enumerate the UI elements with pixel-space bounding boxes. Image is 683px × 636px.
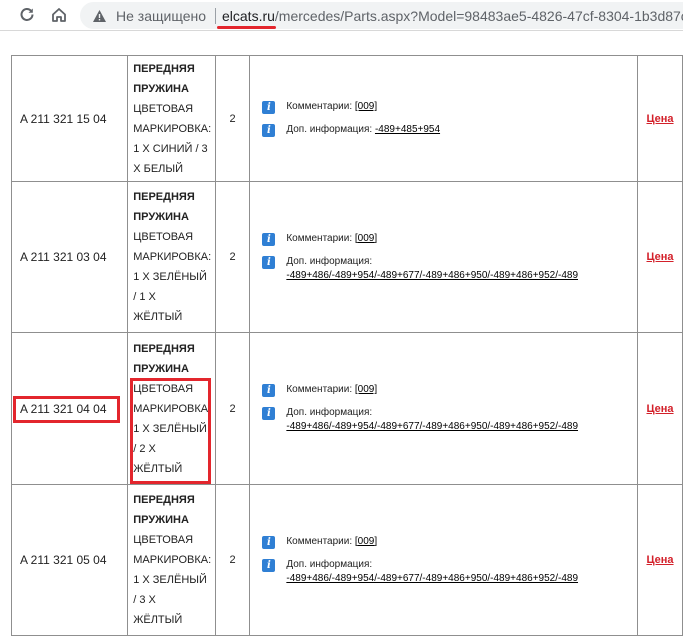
info-icon[interactable]: i xyxy=(262,255,276,269)
part-name: ПРУЖИНА xyxy=(133,362,189,375)
extra-info-label: Доп. информация: xyxy=(286,558,373,570)
extra-info-label: Доп. информация: xyxy=(286,124,373,135)
desc-line: / 3 Х xyxy=(133,594,156,606)
part-name: ПЕРЕДНЯЯ xyxy=(133,63,195,75)
browser-toolbar: Не защищено elcats.ru/mercedes/Parts.asp… xyxy=(0,0,683,31)
desc-line: ЦВЕТОВАЯ xyxy=(133,231,194,243)
extra-info-line: i Доп. информация: -489+486/-489+954/-489… xyxy=(262,558,637,586)
extra-info-link[interactable]: -489+486/-489+954/-489+677/-489+486+950/… xyxy=(286,421,578,432)
desc-line: 1 Х ЗЕЛЁНЫЙ xyxy=(133,271,207,283)
comments-line: i Комментарии: [009] xyxy=(262,535,637,549)
part-name: ПЕРЕДНЯЯ xyxy=(133,494,195,506)
extra-info-line: i Доп. информация: -489+485+954 xyxy=(262,123,637,137)
divider xyxy=(215,8,216,24)
extra-info-link[interactable]: -489+486/-489+954/-489+677/-489+486+950/… xyxy=(286,270,578,281)
desc-line: МАРКИРОВКА: xyxy=(133,402,212,415)
comments-link[interactable]: [009] xyxy=(355,536,377,547)
extra-info-line: i Доп. информация: -489+486/-489+954/-489… xyxy=(262,406,637,434)
info-icon[interactable]: i xyxy=(262,558,276,572)
comments-line: i Комментарии: [009] xyxy=(262,232,637,246)
desc-line: / 2 Х xyxy=(133,442,156,455)
quantity: 2 xyxy=(214,55,251,182)
price-cell: Цена xyxy=(637,55,683,182)
reload-icon[interactable] xyxy=(15,3,39,27)
url-highlight-underline xyxy=(217,26,276,29)
part-name: ПЕРЕДНЯЯ xyxy=(133,342,195,355)
home-icon[interactable] xyxy=(47,3,71,27)
comments-label: Комментарии: xyxy=(286,101,353,112)
part-description: ПЕРЕДНЯЯ ПРУЖИНА ЦВЕТОВАЯ МАРКИРОВКА: 1 … xyxy=(127,484,216,636)
security-status[interactable]: Не защищено xyxy=(116,8,206,24)
extra-info-link[interactable]: -489+486/-489+954/-489+677/-489+486+950/… xyxy=(286,573,578,584)
warning-icon[interactable] xyxy=(92,9,107,28)
quantity: 2 xyxy=(214,181,251,333)
info-icon[interactable]: i xyxy=(262,407,276,420)
part-name: ПЕРЕДНЯЯ xyxy=(133,191,195,203)
info-icon[interactable]: i xyxy=(262,535,276,549)
part-name: ПРУЖИНА xyxy=(133,83,189,95)
desc-line: ЦВЕТОВАЯ xyxy=(133,103,194,115)
desc-line: 1 Х ЗЕЛЁНЫЙ xyxy=(133,574,207,586)
part-number: A 211 321 15 04 xyxy=(10,55,129,182)
desc-line: МАРКИРОВКА: xyxy=(133,123,212,135)
desc-line: 1 Х ЗЕЛЁНЫЙ xyxy=(133,422,207,435)
price-cell: Цена xyxy=(637,181,683,333)
info-icon[interactable]: i xyxy=(262,384,276,397)
extra-info-line: i Доп. информация: -489+486/-489+954/-489… xyxy=(262,255,637,283)
info-cell: i Комментарии: [009] i Доп. информация: -… xyxy=(249,332,639,485)
info-cell: i Комментарии: [009] i Доп. информация: -… xyxy=(249,181,639,333)
extra-info-link[interactable]: -489+485+954 xyxy=(375,124,440,135)
table-row: A 211 321 04 04 ПЕРЕДНЯЯ ПРУЖИНА ЦВЕТОВА… xyxy=(10,332,683,485)
extra-info-label: Доп. информация: xyxy=(286,255,373,267)
url-path: /mercedes/Parts.aspx?Model=98483ae5-4826… xyxy=(274,8,683,24)
comments-label: Комментарии: xyxy=(286,535,353,547)
comments-label: Комментарии: xyxy=(286,232,353,244)
price-cell: Цена xyxy=(637,484,683,636)
comments-link[interactable]: [009] xyxy=(355,233,377,244)
desc-line: МАРКИРОВКА: xyxy=(133,251,212,263)
part-description: ПЕРЕДНЯЯ ПРУЖИНА ЦВЕТОВАЯ МАРКИРОВКА: 1 … xyxy=(127,55,216,182)
info-cell: i Комментарии: [009] i Доп. информация: … xyxy=(249,55,639,182)
desc-line: 1 Х СИНИЙ / 3 xyxy=(133,143,208,155)
comments-line: i Комментарии: [009] xyxy=(262,383,637,397)
info-icon[interactable]: i xyxy=(262,101,276,114)
price-cell: Цена xyxy=(637,332,683,485)
info-icon[interactable]: i xyxy=(262,232,276,246)
comments-label: Комментарии: xyxy=(286,384,353,395)
quantity: 2 xyxy=(214,332,251,485)
part-description: ПЕРЕДНЯЯ ПРУЖИНА ЦВЕТОВАЯ МАРКИРОВКА: 1 … xyxy=(127,181,216,333)
table-row: A 211 321 15 04 ПЕРЕДНЯЯ ПРУЖИНА ЦВЕТОВА… xyxy=(10,55,683,182)
price-link[interactable]: Цена xyxy=(646,403,673,415)
part-number: A 211 321 05 04 xyxy=(10,484,129,636)
desc-line: ЦВЕТОВАЯ xyxy=(133,534,194,546)
desc-line: Х БЕЛЫЙ xyxy=(133,163,184,175)
table-row: A 211 321 03 04 ПЕРЕДНЯЯ ПРУЖИНА ЦВЕТОВА… xyxy=(10,181,683,333)
part-number: A 211 321 03 04 xyxy=(10,181,129,333)
desc-line: ЖЁЛТЫЙ xyxy=(133,462,183,475)
desc-line: / 1 Х xyxy=(133,291,156,303)
desc-line: МАРКИРОВКА: xyxy=(133,554,212,566)
info-icon[interactable]: i xyxy=(262,124,276,137)
info-cell: i Комментарии: [009] i Доп. информация: -… xyxy=(249,484,639,636)
part-number: A 211 321 04 04 xyxy=(10,332,129,485)
desc-line: ЦВЕТОВАЯ xyxy=(133,382,194,395)
desc-line: ЖЁЛТЫЙ xyxy=(133,614,183,626)
url-host: elcats.ru xyxy=(222,8,275,24)
part-name: ПРУЖИНА xyxy=(133,211,189,223)
price-link[interactable]: Цена xyxy=(646,251,673,263)
quantity: 2 xyxy=(214,484,251,636)
table-row: A 211 321 05 04 ПЕРЕДНЯЯ ПРУЖИНА ЦВЕТОВА… xyxy=(10,484,683,636)
price-link[interactable]: Цена xyxy=(646,554,673,566)
parts-table: A 211 321 15 04 ПЕРЕДНЯЯ ПРУЖИНА ЦВЕТОВА… xyxy=(10,55,683,636)
desc-line: ЖЁЛТЫЙ xyxy=(133,311,183,323)
address-bar[interactable]: Не защищено elcats.ru/mercedes/Parts.asp… xyxy=(80,2,683,29)
comments-link[interactable]: [009] xyxy=(355,101,377,112)
price-link[interactable]: Цена xyxy=(646,113,673,125)
url-text[interactable]: elcats.ru/mercedes/Parts.aspx?Model=9848… xyxy=(222,8,683,24)
part-name: ПРУЖИНА xyxy=(133,514,189,526)
comments-link[interactable]: [009] xyxy=(355,384,377,395)
comments-line: i Комментарии: [009] xyxy=(262,100,637,114)
part-description: ПЕРЕДНЯЯ ПРУЖИНА ЦВЕТОВАЯ МАРКИРОВКА: 1 … xyxy=(127,332,216,485)
extra-info-label: Доп. информация: xyxy=(286,407,373,418)
